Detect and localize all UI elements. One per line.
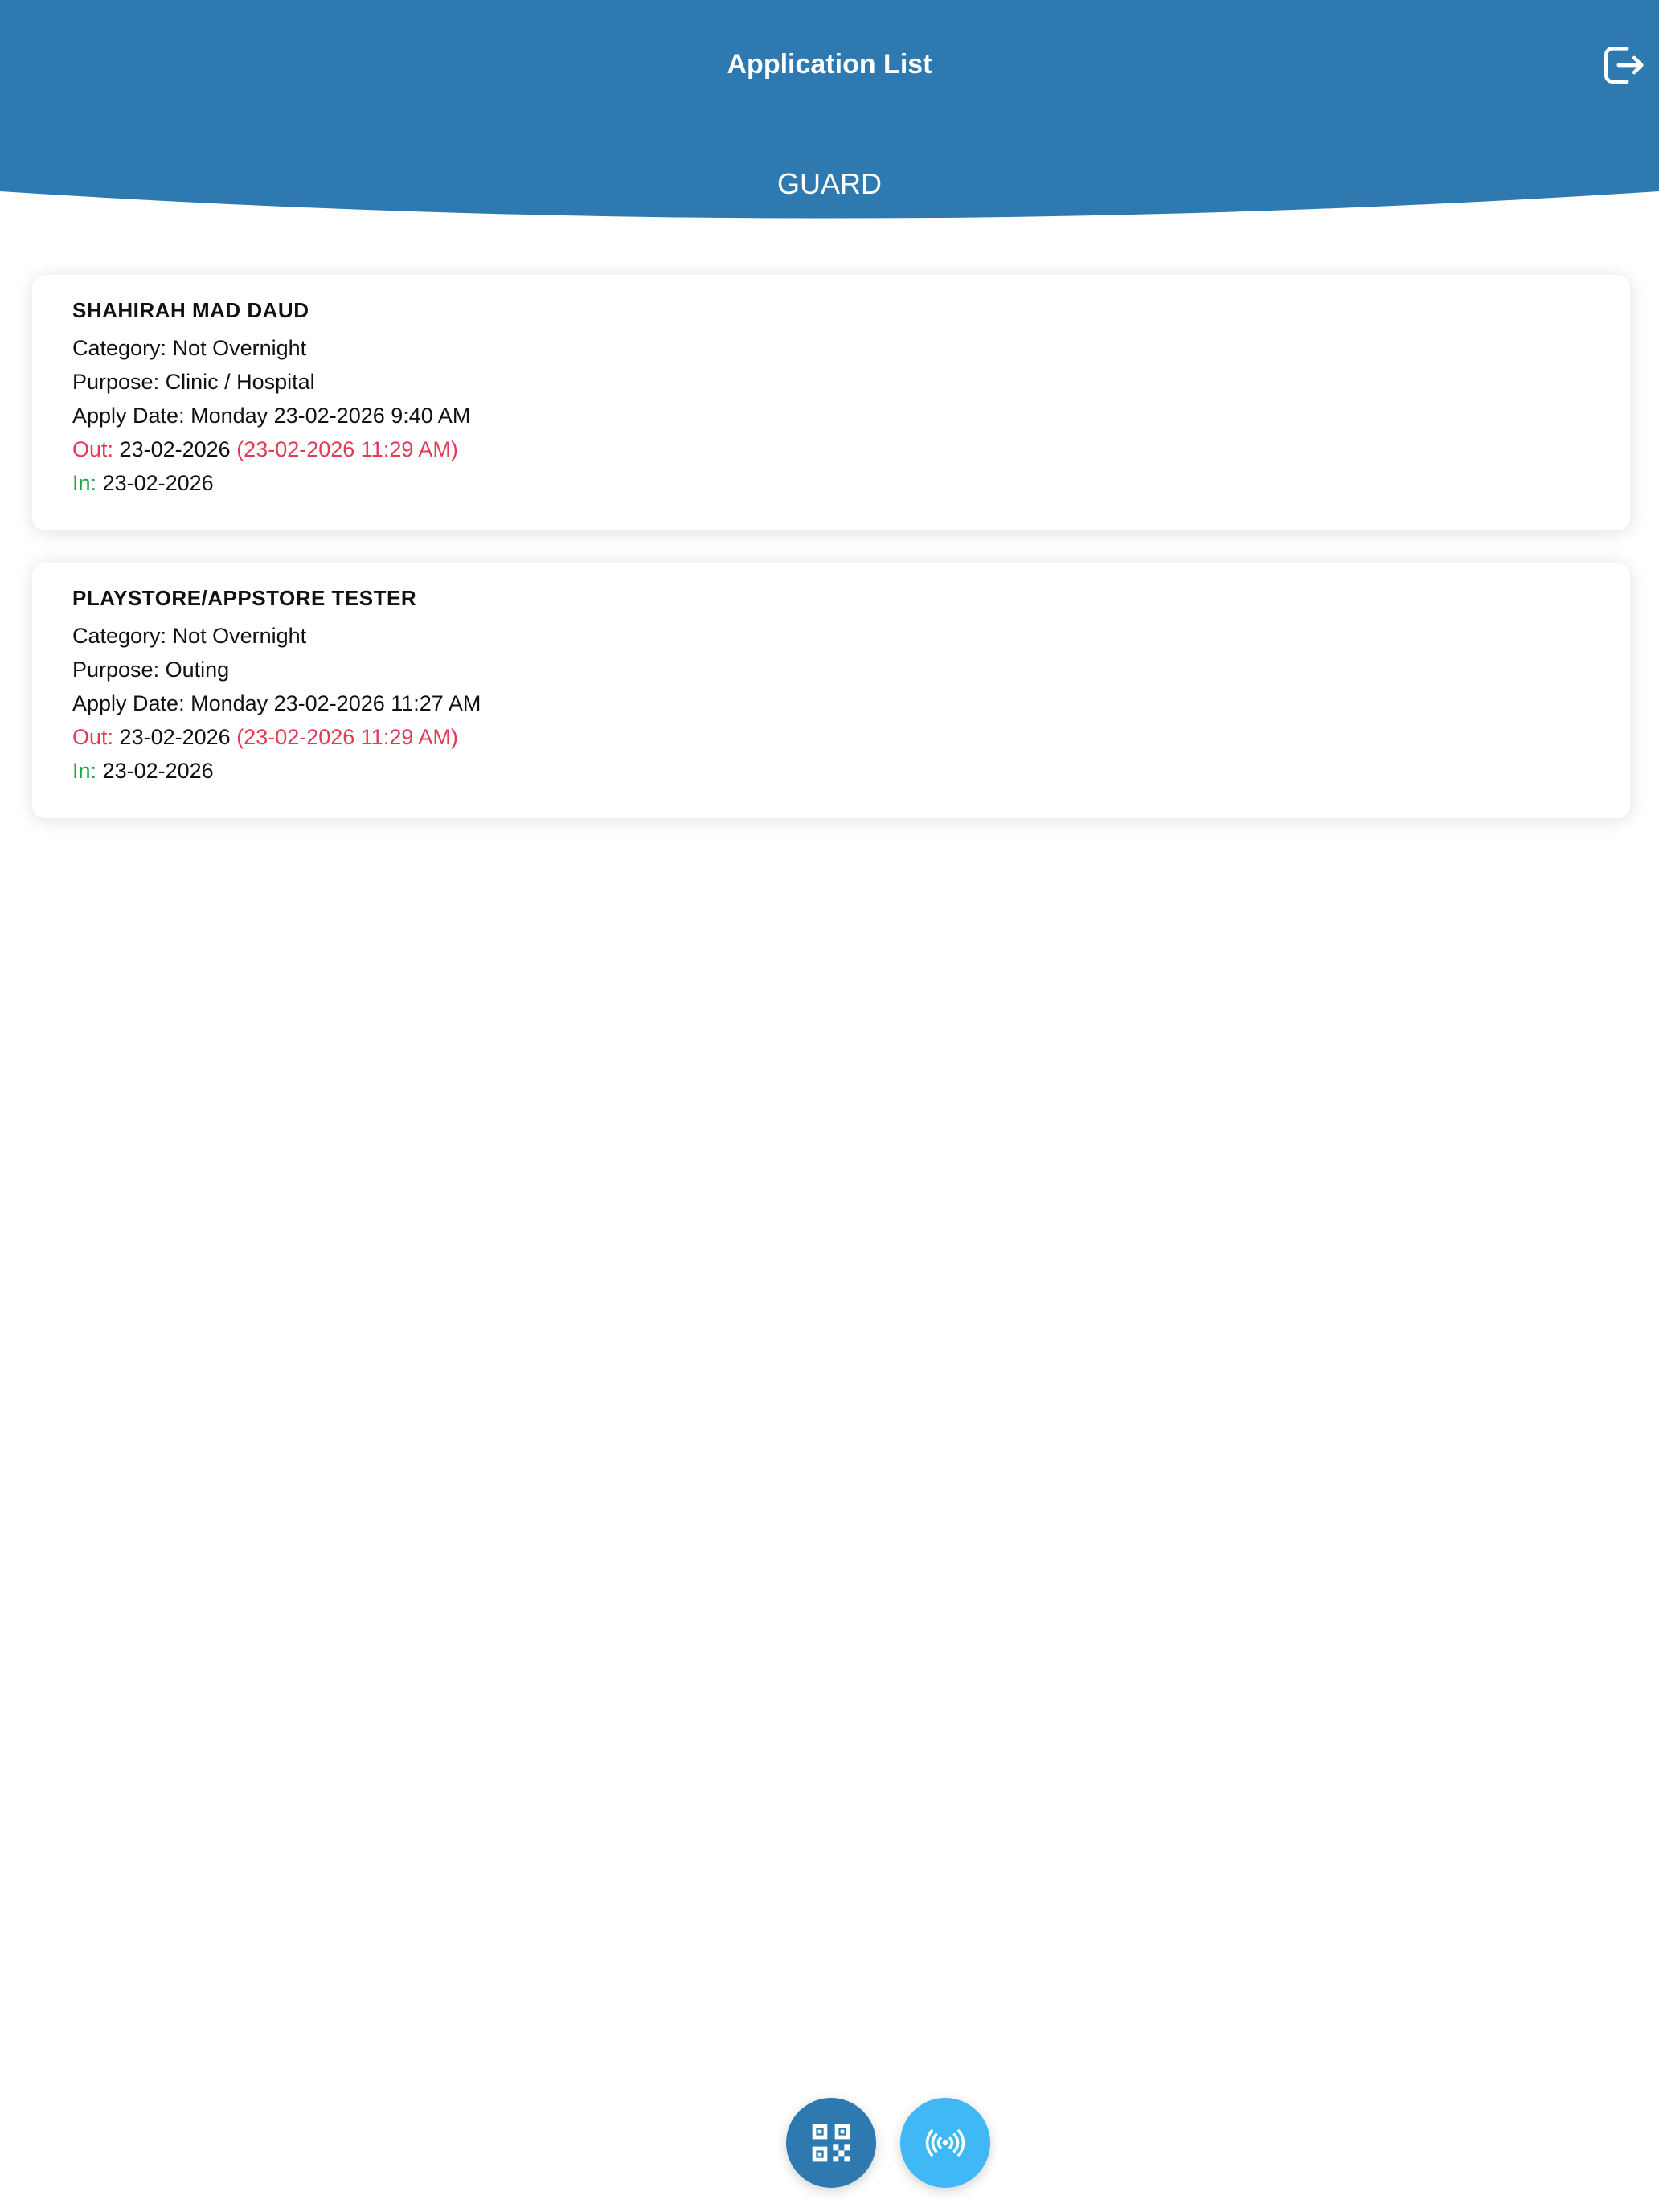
in-date: 23-02-2026 <box>102 471 214 495</box>
app-header: Application List GUARD <box>0 0 1659 219</box>
nfc-signal-icon <box>925 2129 965 2157</box>
out-actual-time: (23-02-2026 11:29 AM) <box>236 725 458 749</box>
scan-qr-button[interactable] <box>786 2098 876 2188</box>
in-label: In: <box>72 471 97 495</box>
logout-icon <box>1604 47 1644 84</box>
out-actual-time: (23-02-2026 11:29 AM) <box>236 437 458 461</box>
apply-date-text: Apply Date: Monday 23-02-2026 9:40 AM <box>72 403 471 428</box>
out-date: 23-02-2026 <box>119 725 231 749</box>
application-card[interactable]: SHAHIRAH MAD DAUD Category: Not Overnigh… <box>32 275 1630 530</box>
purpose-text: Purpose: Outing <box>72 657 230 682</box>
out-row: Out: 23-02-2026 (23-02-2026 11:29 AM) <box>72 432 1590 466</box>
in-row: In: 23-02-2026 <box>72 754 1590 788</box>
logout-button[interactable] <box>1598 40 1648 90</box>
out-row: Out: 23-02-2026 (23-02-2026 11:29 AM) <box>72 720 1590 754</box>
applicant-name: PLAYSTORE/APPSTORE TESTER <box>72 586 417 610</box>
in-label: In: <box>72 759 97 783</box>
page-title: Application List <box>727 49 932 80</box>
out-label: Out: <box>72 437 114 461</box>
application-card[interactable]: PLAYSTORE/APPSTORE TESTER Category: Not … <box>32 563 1630 818</box>
nfc-scan-button[interactable] <box>900 2098 990 2188</box>
purpose-text: Purpose: Clinic / Hospital <box>72 370 315 394</box>
in-date: 23-02-2026 <box>102 759 214 783</box>
applicant-name: SHAHIRAH MAD DAUD <box>72 298 309 322</box>
out-label: Out: <box>72 725 114 749</box>
category-text: Category: Not Overnight <box>72 336 307 360</box>
out-date: 23-02-2026 <box>119 437 231 461</box>
role-label: GUARD <box>776 167 882 200</box>
in-row: In: 23-02-2026 <box>72 466 1590 500</box>
qr-code-icon <box>812 2124 850 2162</box>
category-text: Category: Not Overnight <box>72 624 307 648</box>
apply-date-text: Apply Date: Monday 23-02-2026 11:27 AM <box>72 691 481 715</box>
